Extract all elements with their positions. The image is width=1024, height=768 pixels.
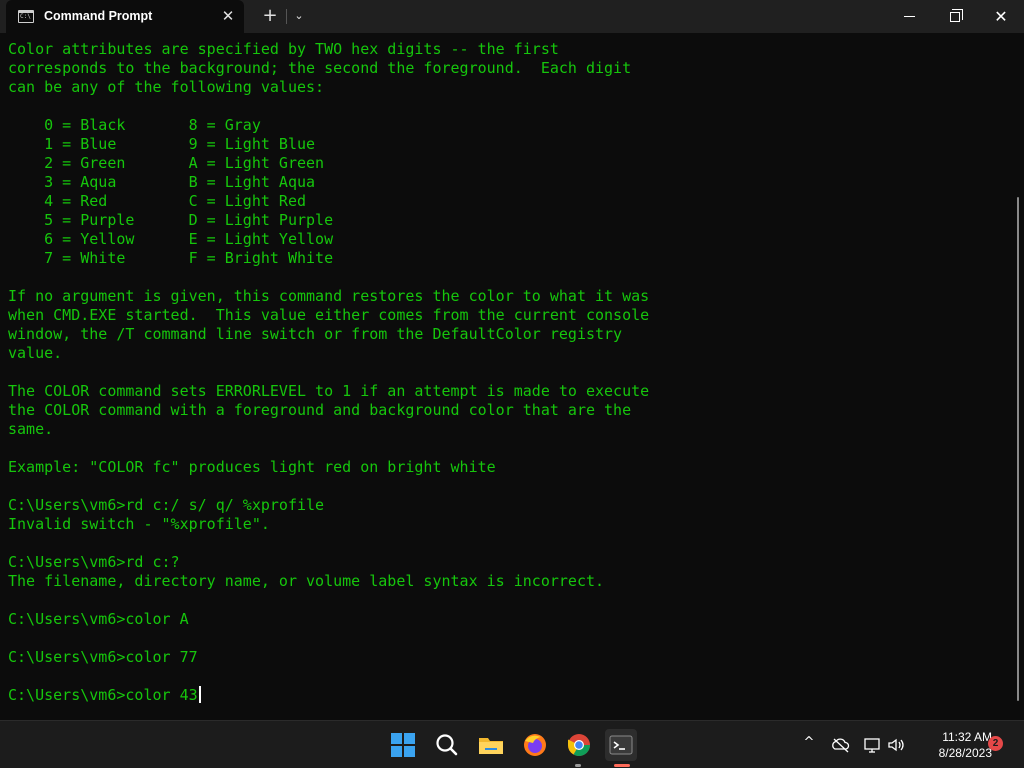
command-prompt-icon: C:\ xyxy=(18,10,34,23)
start-button-icon[interactable] xyxy=(387,729,419,761)
terminal-line: 4 = Red C = Light Red xyxy=(8,192,307,210)
notification-badge[interactable]: 2 xyxy=(988,736,1003,751)
text-cursor xyxy=(198,686,201,703)
chevron-down-icon[interactable]: ⌄ xyxy=(288,4,310,28)
file-explorer-icon[interactable] xyxy=(475,729,507,761)
terminal-icon[interactable] xyxy=(605,729,637,761)
tab-title: Command Prompt xyxy=(44,9,153,23)
chrome-icon[interactable] xyxy=(563,729,595,761)
terminal-prompt-line: C:\Users\vm6>color 43 xyxy=(8,686,1008,705)
chevron-up-icon[interactable]: ^ xyxy=(800,735,818,755)
terminal-line: 7 = White F = Bright White xyxy=(8,249,334,267)
minimize-button[interactable] xyxy=(886,0,932,33)
taskbar: ^ 11:32 AM 8/28/2023 xyxy=(0,720,1024,768)
onedrive-offline-icon[interactable] xyxy=(831,735,851,755)
terminal-line: The filename, directory name, or volume … xyxy=(8,572,605,590)
tab-command-prompt[interactable]: C:\ Command Prompt ✕ xyxy=(6,0,244,33)
network-icon[interactable] xyxy=(862,735,882,755)
close-icon: ✕ xyxy=(994,6,1008,26)
new-tab-button[interactable]: + xyxy=(258,4,282,28)
terminal-line: 5 = Purple D = Light Purple xyxy=(8,211,334,229)
terminal-line: Color attributes are specified by TWO he… xyxy=(8,40,559,58)
terminal-line: 6 = Yellow E = Light Yellow xyxy=(8,230,334,248)
terminal-line: The COLOR command sets ERRORLEVEL to 1 i… xyxy=(8,382,650,400)
divider xyxy=(286,9,287,24)
terminal-line: corresponds to the background; the secon… xyxy=(8,59,632,77)
clock[interactable]: 11:32 AM 8/28/2023 xyxy=(912,729,992,761)
terminal-line: C:\Users\vm6>color A xyxy=(8,610,189,628)
terminal-line: 1 = Blue 9 = Light Blue xyxy=(8,135,316,153)
restore-icon xyxy=(950,8,963,22)
terminal-line: If no argument is given, this command re… xyxy=(8,287,650,305)
terminal-line: C:\Users\vm6>rd c:/ s/ q/ %xprofile xyxy=(8,496,325,514)
terminal-line: Example: "COLOR fc" produces light red o… xyxy=(8,458,496,476)
terminal-line: can be any of the following values: xyxy=(8,78,325,96)
scrollbar[interactable] xyxy=(1017,197,1019,701)
command-prompt-window: C:\ Command Prompt ✕ + ⌄ ✕ Color attribu… xyxy=(0,0,1024,720)
clock-time: 11:32 AM xyxy=(942,730,992,744)
terminal-output[interactable]: Color attributes are specified by TWO he… xyxy=(8,40,1008,716)
firefox-icon[interactable] xyxy=(519,729,551,761)
terminal-line: 2 = Green A = Light Green xyxy=(8,154,325,172)
terminal-line: same. xyxy=(8,420,54,438)
terminal-line: value. xyxy=(8,344,63,362)
terminal-line: C:\Users\vm6>color 77 xyxy=(8,648,198,666)
minimize-icon xyxy=(903,16,915,17)
terminal-line: C:\Users\vm6>rd c:? xyxy=(8,553,180,571)
terminal-line: 0 = Black 8 = Gray xyxy=(8,116,261,134)
terminal-line: 3 = Aqua B = Light Aqua xyxy=(8,173,316,191)
restore-button[interactable] xyxy=(932,0,978,33)
terminal-line: when CMD.EXE started. This value either … xyxy=(8,306,650,324)
close-button[interactable]: ✕ xyxy=(978,0,1024,33)
search-icon[interactable] xyxy=(431,729,463,761)
current-command: C:\Users\vm6>color 43 xyxy=(8,686,198,704)
terminal-line: Invalid switch - "%xprofile". xyxy=(8,515,270,533)
close-tab-icon[interactable]: ✕ xyxy=(218,6,238,26)
running-indicator xyxy=(575,764,581,767)
clock-date: 8/28/2023 xyxy=(938,746,992,760)
terminal-line: window, the /T command line switch or fr… xyxy=(8,325,623,343)
terminal-line: the COLOR command with a foreground and … xyxy=(8,401,632,419)
title-bar: C:\ Command Prompt ✕ + ⌄ ✕ xyxy=(0,0,1024,33)
active-app-indicator xyxy=(614,764,630,767)
volume-icon[interactable] xyxy=(886,735,906,755)
